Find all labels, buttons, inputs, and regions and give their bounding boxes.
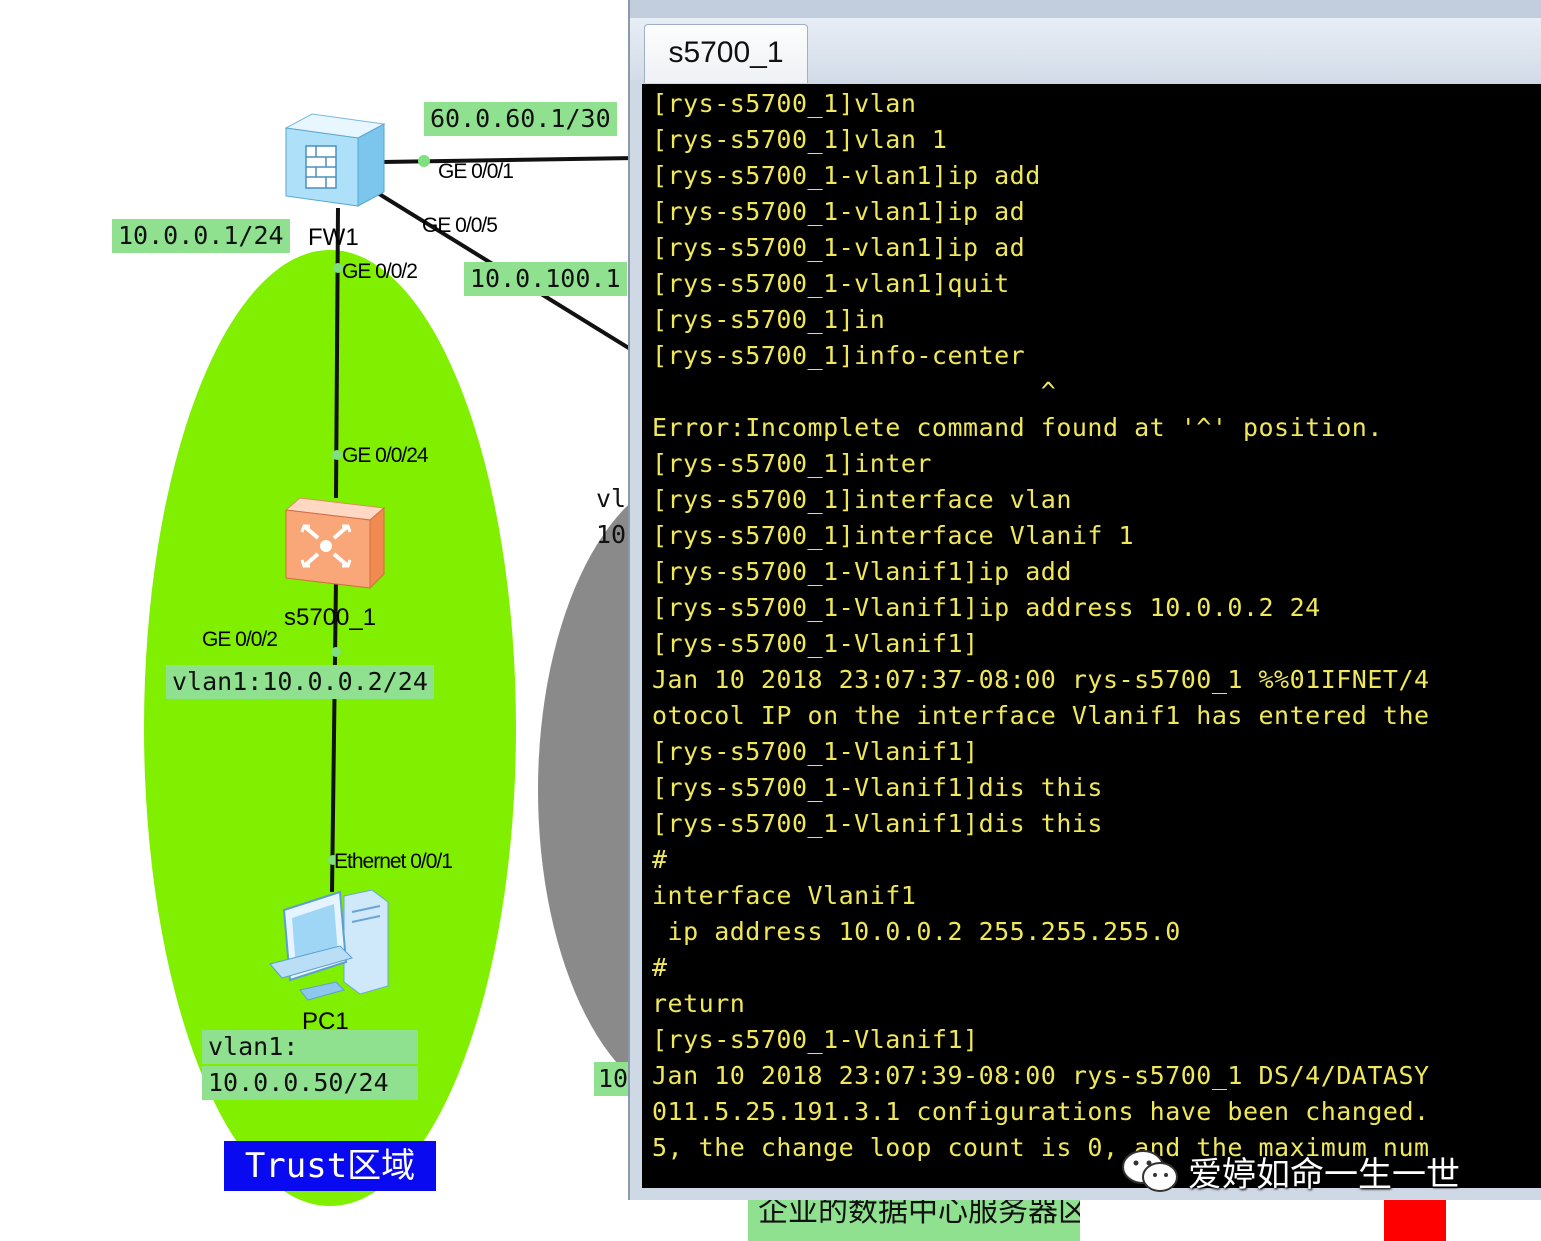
terminal-console[interactable]: [rys-s5700_1]vlan [rys-s5700_1]vlan 1 [rys… <box>642 84 1541 1188</box>
terminal-line: Jan 10 2018 23:07:37-08:00 rys-s5700_1 %… <box>652 665 1430 694</box>
device-name-switch: s5700_1 <box>284 604 377 631</box>
terminal-line: [rys-s5700_1]interface vlan <box>652 485 1072 514</box>
terminal-line: # <box>652 953 668 982</box>
terminal-line: ^ <box>652 377 1057 406</box>
device-name-pc: PC1 <box>302 1008 349 1035</box>
terminal-line: # <box>652 845 668 874</box>
port-sw-ge0024: GE 0/0/24 <box>342 444 429 467</box>
terminal-line: Error:Incomplete command found at '^' po… <box>652 413 1383 442</box>
terminal-line: [rys-s5700_1]info-center <box>652 341 1026 370</box>
tab-s5700-1[interactable]: s5700_1 <box>644 24 808 83</box>
watermark: 爱婷如命一生一世 <box>1120 1146 1460 1196</box>
label-pc-ip: 10.0.0.50/24 <box>202 1066 418 1100</box>
wechat-icon <box>1122 1150 1178 1192</box>
terminal-line: [rys-s5700_1-Vlanif1] <box>652 1025 979 1054</box>
terminal-tab-bar: s5700_1 <box>630 18 1541 83</box>
terminal-line: [rys-s5700_1-Vlanif1]dis this <box>652 773 1103 802</box>
terminal-line: [rys-s5700_1]inter <box>652 449 932 478</box>
terminal-window[interactable]: s5700_1 [rys-s5700_1]vlan [rys-s5700_1]vl… <box>628 0 1541 1200</box>
firewall-icon[interactable] <box>284 113 386 207</box>
terminal-line: return <box>652 989 746 1018</box>
label-server-partial: vl <box>596 484 627 513</box>
port-pc-ethernet: Ethernet 0/0/1 <box>334 850 453 873</box>
terminal-line: [rys-s5700_1]vlan <box>652 89 917 118</box>
watermark-text: 爱婷如命一生一世 <box>1188 1154 1460 1195</box>
terminal-line: ip address 10.0.0.2 255.255.255.0 <box>652 917 1181 946</box>
terminal-line: [rys-s5700_1-Vlanif1]ip address 10.0.0.2… <box>652 593 1321 622</box>
trust-zone-label: Trust区域 <box>224 1141 436 1191</box>
terminal-line: [rys-s5700_1-Vlanif1] <box>652 737 979 766</box>
port-dot <box>332 450 342 460</box>
switch-icon[interactable] <box>284 497 386 590</box>
terminal-line: [rys-s5700_1-Vlanif1]ip add <box>652 557 1072 586</box>
label-switch-vlan-ip: vlan1:10.0.0.2/24 <box>166 665 434 699</box>
terminal-line: [rys-s5700_1]vlan 1 <box>652 125 948 154</box>
terminal-line: [rys-s5700_1-Vlanif1] <box>652 629 979 658</box>
terminal-line: otocol IP on the interface Vlanif1 has e… <box>652 701 1430 730</box>
red-marker <box>1384 1198 1446 1241</box>
terminal-line: [rys-s5700_1-Vlanif1]dis this <box>652 809 1103 838</box>
label-server-partial: 10 <box>596 520 627 549</box>
port-fw-ge005: GE 0/0/5 <box>422 214 498 237</box>
terminal-line: [rys-s5700_1-vlan1]ip ad <box>652 197 1026 226</box>
terminal-line: [rys-s5700_1-vlan1]ip ad <box>652 233 1026 262</box>
port-dot <box>418 155 430 167</box>
label-fw-inside-ip: 10.0.0.1/24 <box>112 219 290 253</box>
terminal-output: [rys-s5700_1]vlan [rys-s5700_1]vlan 1 [rys… <box>652 86 1430 1166</box>
terminal-line: [rys-s5700_1-vlan1]ip add <box>652 161 1041 190</box>
label-server-partial: 10 <box>594 1062 633 1096</box>
port-fw-ge002: GE 0/0/2 <box>342 260 418 283</box>
terminal-line: interface Vlanif1 <box>652 881 917 910</box>
port-fw-ge001: GE 0/0/1 <box>438 160 514 183</box>
port-sw-ge002: GE 0/0/2 <box>202 628 278 651</box>
label-fw-outside-ip: 60.0.60.1/30 <box>424 102 617 136</box>
device-name-firewall: FW1 <box>308 224 359 251</box>
terminal-line: 011.5.25.191.3.1 configurations have bee… <box>652 1097 1430 1126</box>
terminal-line: [rys-s5700_1]interface Vlanif 1 <box>652 521 1135 550</box>
terminal-line: Jan 10 2018 23:07:39-08:00 rys-s5700_1 D… <box>652 1061 1430 1090</box>
label-dmz-ip: 10.0.100.1 <box>464 262 627 296</box>
terminal-line: [rys-s5700_1-vlan1]quit <box>652 269 1010 298</box>
port-dot <box>331 647 341 657</box>
terminal-line: [rys-s5700_1]in <box>652 305 886 334</box>
window-title-strip[interactable] <box>630 0 1541 20</box>
